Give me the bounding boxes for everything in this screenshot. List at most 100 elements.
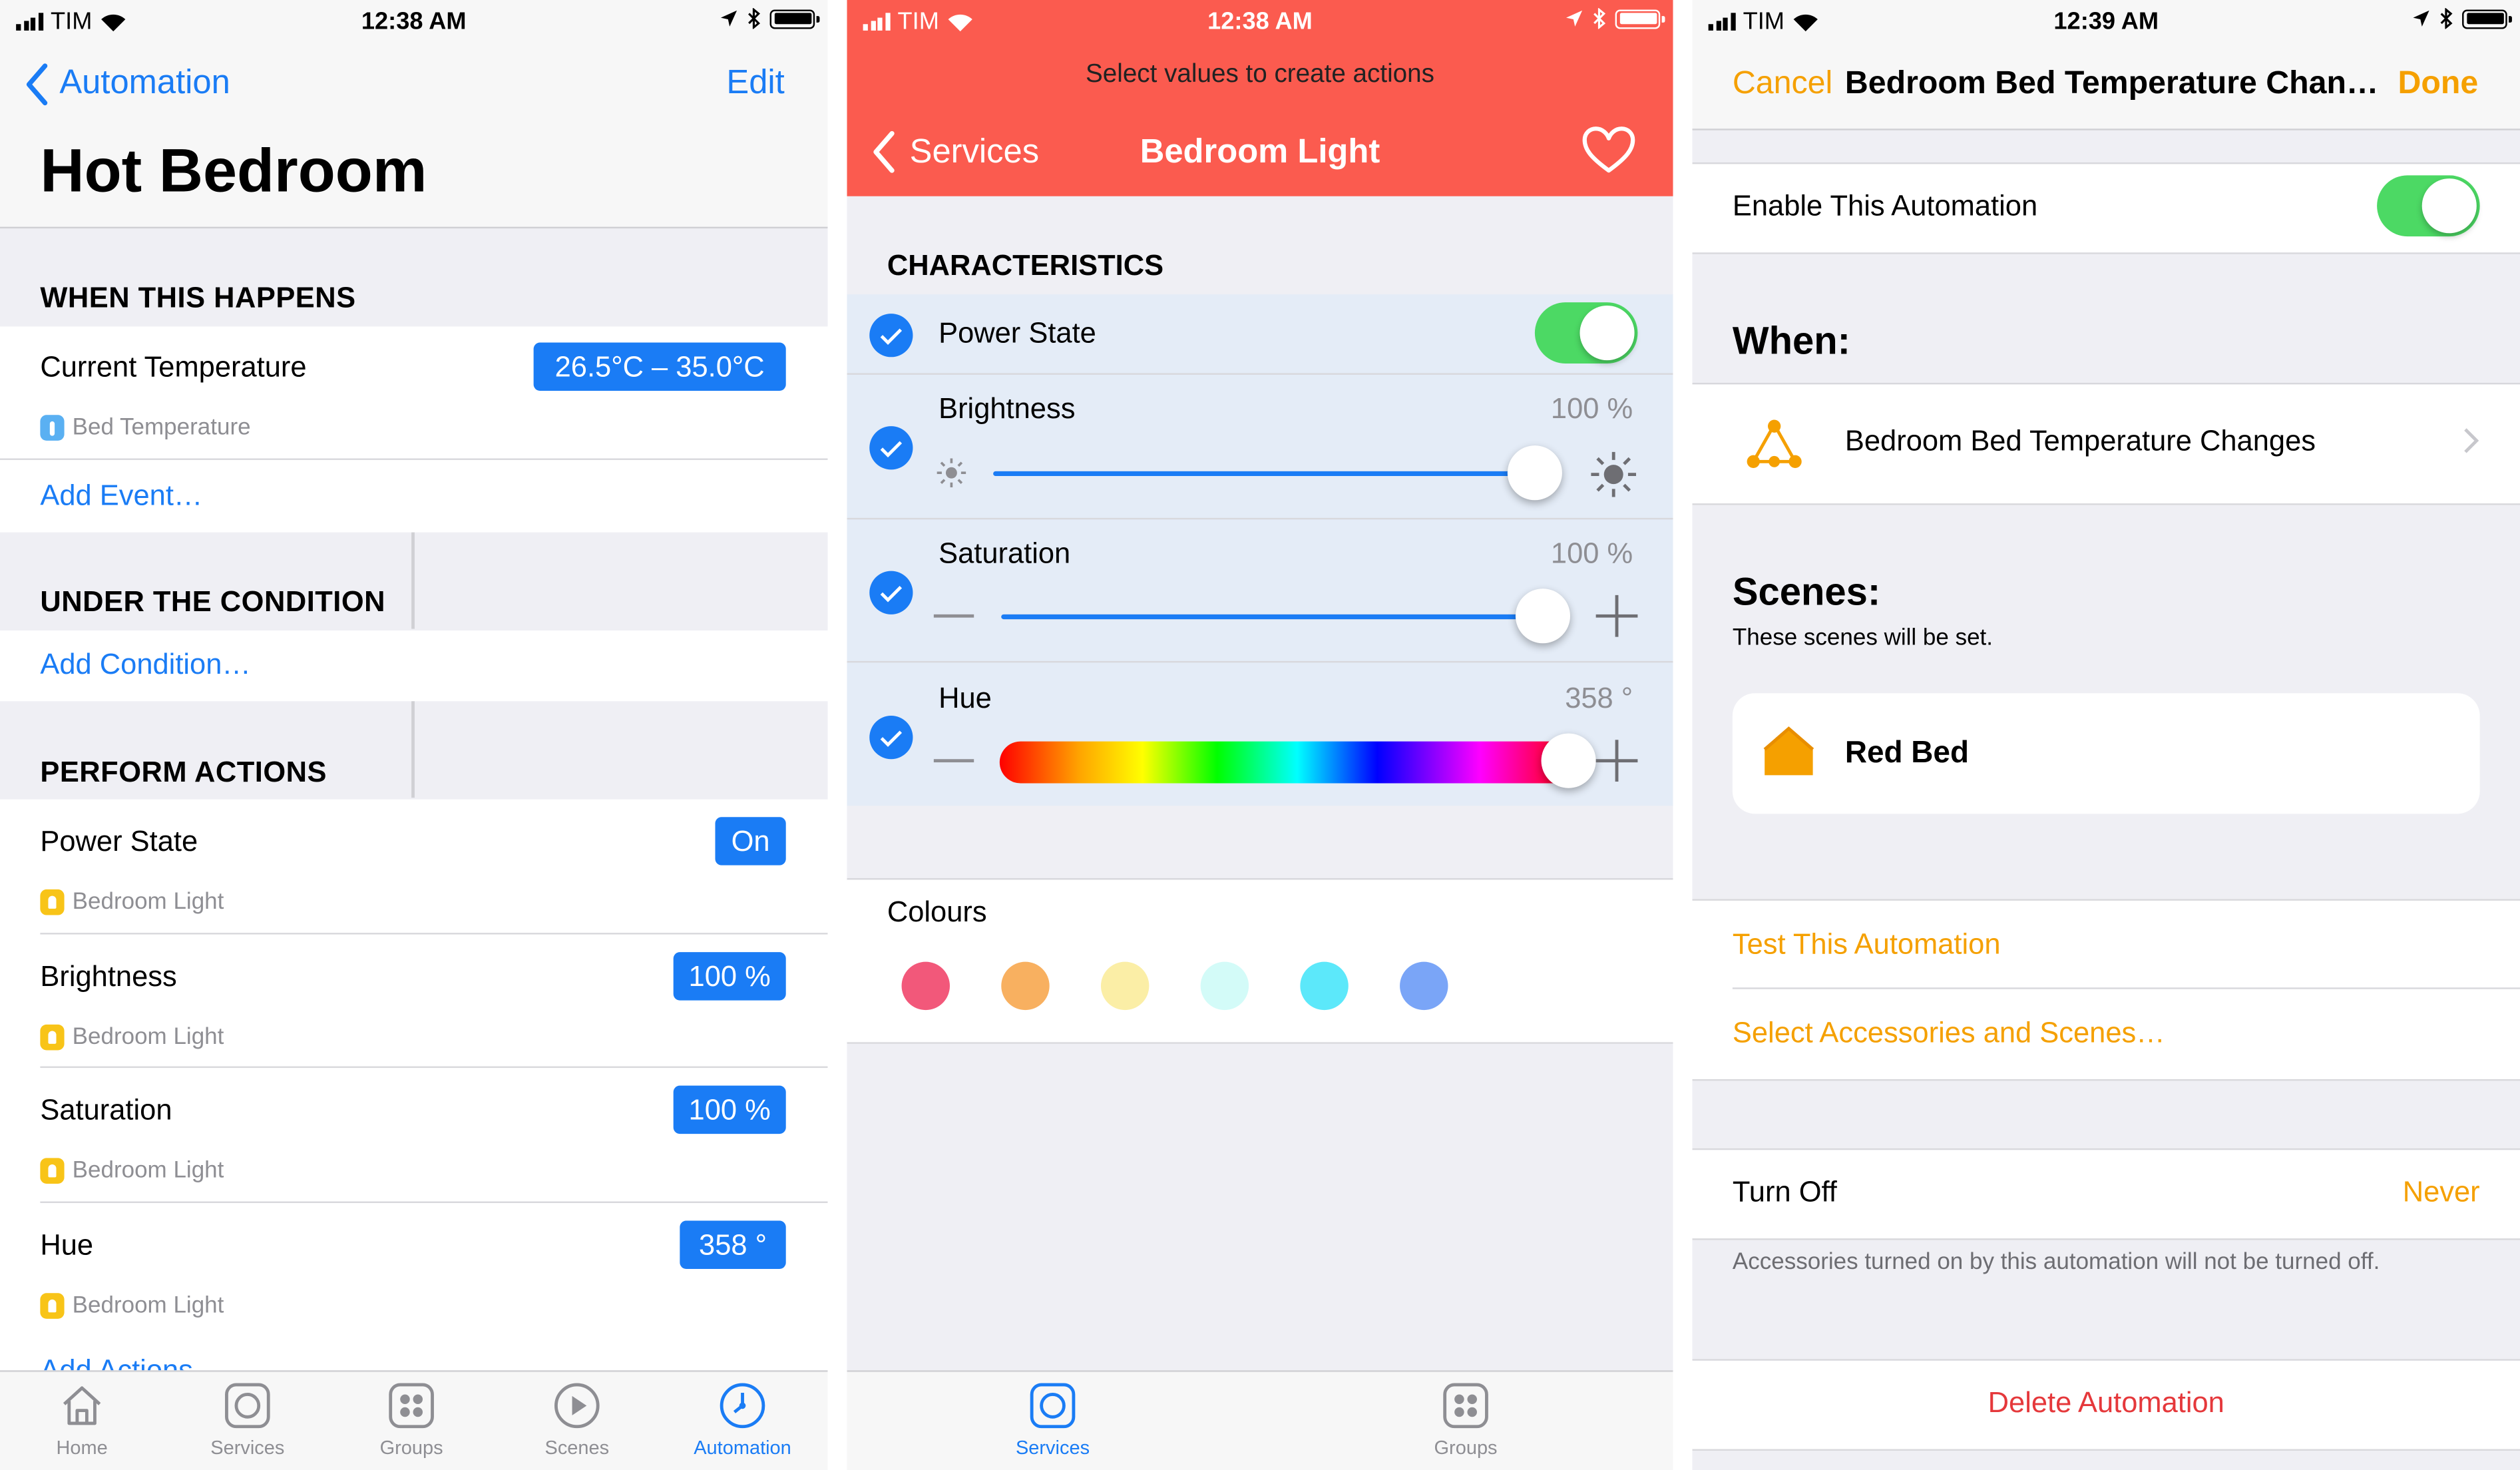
tab-groups[interactable]: Groups [339,1381,483,1459]
action-title[interactable]: Saturation [40,1094,172,1128]
divider [1732,987,2520,989]
hue-value: 358 ° [1565,682,1633,714]
lightbulb-icon [40,1024,65,1051]
saturation-slider-thumb[interactable] [1515,589,1571,644]
turn-off-value[interactable]: Never [2403,1176,2480,1210]
action-value-badge[interactable]: 100 % [673,1085,786,1134]
lightbulb-icon [40,1293,65,1319]
section-condition-header: UNDER THE CONDITION [40,585,386,618]
add-event-link[interactable]: Add Event… [40,479,202,513]
colour-swatch[interactable] [1400,961,1448,1011]
power-check-icon[interactable] [869,314,913,358]
tab-label: Home [56,1436,108,1459]
tab-home[interactable]: Home [9,1381,154,1459]
automation-icon [720,1383,765,1429]
divider [847,517,1673,520]
tab-label: Groups [1434,1436,1498,1459]
event-accessory: Bed Temperature [40,415,251,441]
colour-swatch[interactable] [1200,961,1249,1011]
test-automation-button[interactable]: Test This Automation [1733,928,2001,962]
groups-icon [389,1383,434,1429]
colour-swatch[interactable] [1001,961,1050,1011]
when-heading: When: [1732,320,1850,364]
divider [40,1201,828,1203]
brightness-label: Brightness [939,392,1076,425]
edit-button[interactable]: Edit [726,65,784,103]
service-detail-panel: TIM 12:38 AM Select values to create act… [847,0,1673,1470]
divider-vertical [411,532,415,629]
sun-large-icon [1591,451,1637,497]
tab-groups[interactable]: Groups [1393,1381,1538,1459]
status-time: 12:38 AM [1207,8,1313,36]
brightness-check-icon[interactable] [869,426,913,470]
page-title: Hot Bedroom [40,138,427,206]
tab-services[interactable]: Services [980,1381,1125,1459]
tab-label: Groups [379,1436,443,1459]
colour-swatch[interactable] [1300,961,1349,1011]
action-accessory-label: Bedroom Light [72,1024,224,1051]
battery-icon [769,9,820,29]
location-icon [2413,10,2429,27]
bluetooth-icon [1593,8,1606,29]
colour-swatch[interactable] [1100,961,1150,1011]
action-value-badge[interactable]: 358 ° [680,1220,786,1270]
back-chevron-icon[interactable] [24,63,50,106]
brightness-slider-thumb[interactable] [1507,445,1562,501]
brightness-track[interactable] [993,471,1535,477]
add-condition-link[interactable]: Add Condition… [40,648,251,682]
panel-gap [827,0,847,1470]
divider [847,660,1673,663]
colours-label: Colours [887,895,987,928]
plus-icon[interactable] [1594,738,1639,784]
back-button[interactable]: Automation [59,65,230,103]
plus-icon[interactable] [1594,593,1639,638]
colour-swatch[interactable] [901,961,950,1011]
section-header: CHARACTERISTICS [887,249,1164,282]
select-accessories-button[interactable]: Select Accessories and Scenes… [1733,1017,2165,1051]
tab-scenes[interactable]: Scenes [505,1381,649,1459]
minus-icon[interactable] [933,759,974,763]
scenes-subtitle: These scenes will be set. [1732,625,1994,652]
enable-toggle[interactable] [2377,175,2480,237]
action-accessory: Bedroom Light [40,889,224,915]
divider [40,933,828,935]
sun-small-icon [937,458,966,487]
battery-icon [2462,9,2512,29]
action-title[interactable]: Power State [40,825,198,859]
saturation-fill [1001,614,1543,620]
tab-bar: Services Groups [847,1370,1673,1470]
event-value-badge[interactable]: 26.5°C – 35.0°C [533,342,786,391]
saturation-track[interactable] [1001,614,1543,620]
heart-icon[interactable] [1581,125,1636,175]
page-title: Bedroom Bed Temperature Chan… [1844,66,2379,102]
action-value-badge[interactable]: On [715,817,786,865]
status-time: 12:39 AM [2053,8,2159,36]
home-icon [63,1386,101,1425]
event-accessory-label: Bed Temperature [72,415,251,441]
hue-check-icon[interactable] [869,716,913,760]
hue-slider-thumb[interactable] [1541,733,1596,788]
saturation-check-icon[interactable] [869,571,913,614]
bluetooth-icon [748,8,760,29]
action-title[interactable]: Hue [40,1229,93,1263]
tab-label: Services [210,1436,285,1459]
event-title[interactable]: Current Temperature [40,351,306,385]
turn-off-label: Turn Off [1732,1175,1837,1208]
sensor-triangle-icon [1747,419,1802,468]
action-title[interactable]: Brightness [40,960,176,994]
turn-off-note: Accessories turned on by this automation… [1732,1250,2380,1276]
status-right-icons [720,8,820,29]
done-button[interactable]: Done [2398,66,2478,103]
panel-gap [1673,0,1693,1470]
delete-automation-button[interactable]: Delete Automation [1693,1386,2520,1420]
hue-spectrum-track[interactable] [999,741,1572,784]
action-value-badge[interactable]: 100 % [673,952,786,1001]
tab-automation[interactable]: Automation [670,1381,815,1459]
cancel-button[interactable]: Cancel [1733,66,1832,103]
status-right-icons [2412,8,2512,29]
tab-services[interactable]: Services [175,1381,319,1459]
options-group [1692,899,2520,1081]
power-toggle[interactable] [1534,302,1638,364]
minus-icon[interactable] [933,614,974,618]
tab-label: Automation [694,1436,791,1459]
